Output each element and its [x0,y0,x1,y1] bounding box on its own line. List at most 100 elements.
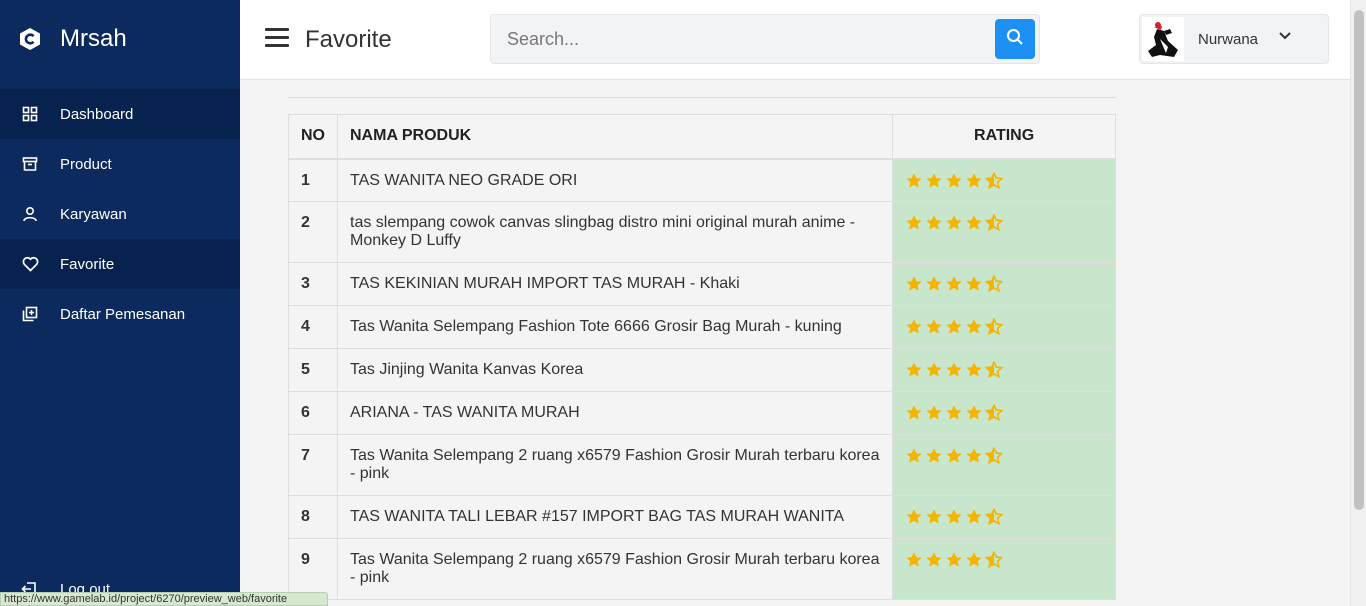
sidebar-item-label: Karyawan [60,205,127,223]
archive-icon [21,155,39,173]
star-full-icon [905,318,923,335]
sidebar-item-karyawan[interactable]: Karyawan [0,189,240,239]
search-button[interactable] [995,19,1035,59]
row-number: 3 [288,262,338,306]
star-full-icon [925,508,943,525]
grid-icon [21,105,39,123]
sidebar-nav: Dashboard Product Karyawan Favorite Daft… [0,89,240,339]
star-full-icon [905,275,923,292]
rating-cell [892,305,1116,349]
product-name: Tas Wanita Selempang 2 ruang x6579 Fashi… [336,538,894,600]
star-full-icon [965,404,983,421]
table-row: 6 ARIANA - TAS WANITA MURAH [288,391,1116,435]
scrollbar[interactable] [1350,0,1366,606]
product-name: TAS WANITA NEO GRADE ORI [336,158,894,202]
brand[interactable]: Mrsah [0,0,240,78]
favorite-table: NO NAMA PRODUK RATING 1 TAS WANITA NEO G… [288,114,1116,600]
sidebar: Mrsah Dashboard Product Karyawan Favorit… [0,0,240,606]
star-rating [905,404,1103,421]
table-row: 9 Tas Wanita Selempang 2 ruang x6579 Fas… [288,538,1116,600]
star-full-icon [925,447,943,464]
star-half-icon [985,551,1004,568]
star-full-icon [965,318,983,335]
column-header-rating: RATING [892,114,1116,160]
rating-cell [892,348,1116,392]
sidebar-item-dashboard[interactable]: Dashboard [0,89,240,139]
star-full-icon [925,214,943,231]
star-full-icon [945,318,963,335]
star-full-icon [925,404,943,421]
star-full-icon [925,275,943,292]
rating-cell [892,538,1116,600]
page-title: Favorite [305,26,392,53]
search-input[interactable] [491,15,991,63]
row-number: 2 [288,201,338,263]
column-header-no: NO [288,114,338,160]
rating-cell [892,201,1116,263]
table-row: 4 Tas Wanita Selempang Fashion Tote 6666… [288,305,1116,349]
star-full-icon [945,508,963,525]
app-name: Mrsah [60,25,127,52]
heart-icon [21,255,39,273]
sidebar-item-daftar-pemesanan[interactable]: Daftar Pemesanan [0,289,240,339]
star-full-icon [965,508,983,525]
star-half-icon [985,447,1004,464]
star-rating [905,551,1103,568]
sidebar-item-label: Favorite [60,255,115,273]
star-rating [905,171,1103,189]
scrollbar-thumb[interactable] [1354,10,1364,510]
status-url: https://www.gamelab.id/project/6270/prev… [0,592,328,606]
product-name: TAS WANITA TALI LEBAR #157 IMPORT BAG TA… [336,495,894,539]
user-menu[interactable]: Nurwana [1139,14,1329,64]
rating-cell [892,434,1116,496]
row-number: 5 [288,348,338,392]
search-bar [490,14,1040,64]
star-full-icon [945,275,963,292]
avatar [1142,17,1184,61]
rating-cell [892,391,1116,435]
star-rating [905,275,1103,292]
star-half-icon [985,214,1004,231]
star-full-icon [945,214,963,231]
star-full-icon [965,172,983,189]
star-full-icon [925,318,943,335]
divider [288,97,1116,98]
user-name: Nurwana [1198,31,1259,48]
star-full-icon [925,361,943,378]
row-number: 4 [288,305,338,349]
row-number: 7 [288,434,338,496]
product-name: Tas Wanita Selempang Fashion Tote 6666 G… [336,305,894,349]
rating-cell [892,495,1116,539]
sidebar-item-favorite[interactable]: Favorite [0,239,240,289]
star-full-icon [965,214,983,231]
star-full-icon [905,214,923,231]
table-row: 7 Tas Wanita Selempang 2 ruang x6579 Fas… [288,434,1116,496]
rating-cell [892,262,1116,306]
star-rating [905,508,1103,525]
star-rating [905,447,1103,464]
star-full-icon [945,361,963,378]
topbar: Favorite Nurwana [240,0,1350,80]
table-row: 5 Tas Jinjing Wanita Kanvas Korea [288,348,1116,392]
search-icon [1006,28,1024,51]
star-full-icon [945,172,963,189]
row-number: 8 [288,495,338,539]
star-full-icon [945,404,963,421]
rating-cell [892,158,1116,202]
star-rating [905,318,1103,335]
product-name: ARIANA - TAS WANITA MURAH [336,391,894,435]
star-half-icon [985,404,1004,421]
star-full-icon [905,508,923,525]
menu-icon[interactable] [265,28,289,50]
star-half-icon [985,318,1004,335]
star-full-icon [905,551,923,568]
star-full-icon [965,361,983,378]
star-full-icon [965,447,983,464]
table-header-row: NO NAMA PRODUK RATING [288,114,1116,160]
sidebar-item-label: Dashboard [60,105,134,123]
table-row: 3 TAS KEKINIAN MURAH IMPORT TAS MURAH - … [288,262,1116,306]
sidebar-item-product[interactable]: Product [0,139,240,189]
logo-icon [18,27,42,51]
user-icon [21,205,39,223]
star-full-icon [925,172,943,189]
